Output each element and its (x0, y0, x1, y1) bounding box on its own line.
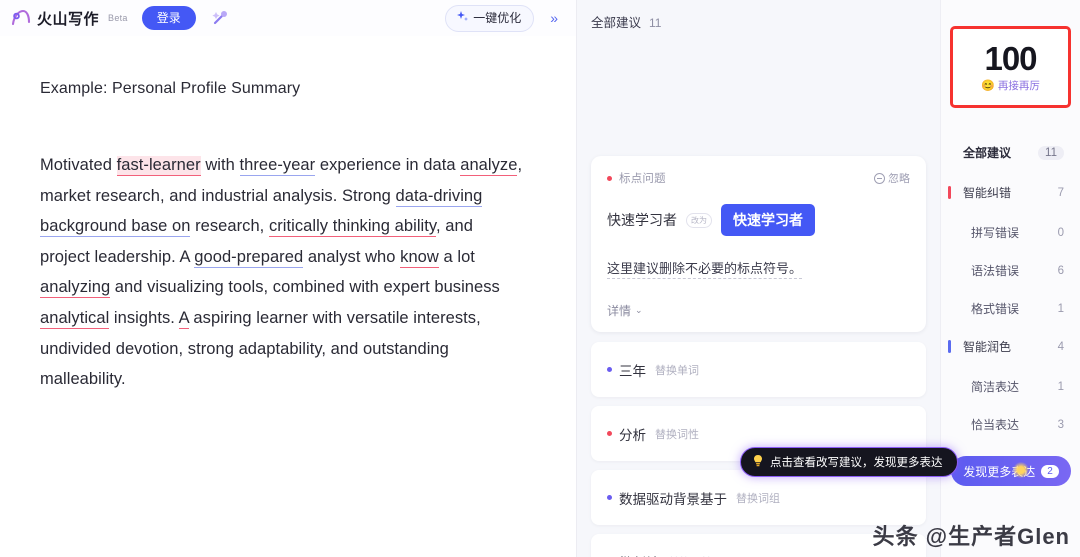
category-label: 恰当表达 (971, 418, 1020, 432)
suggestion-panel-header: 全部建议 11 (577, 10, 940, 31)
toolbar-right: 一键优化 » (445, 4, 564, 32)
inline-suggestion-19[interactable]: A (178, 308, 189, 329)
category-count: 3 (1057, 418, 1064, 431)
login-button[interactable]: 登录 (141, 6, 196, 30)
inline-suggestion-15[interactable]: analyzing (40, 278, 111, 299)
score-subtitle-label: 再接再厉 (997, 79, 1040, 92)
suggestion-header-count: 11 (649, 16, 662, 30)
sidebar-item-智能润色[interactable]: 智能润色 4 (941, 332, 1080, 361)
list-item-type: 替换词性 (655, 428, 699, 441)
one-click-optimize-button[interactable]: 一键优化 (445, 4, 535, 32)
list-item-type: 替换单词 (655, 364, 699, 377)
score-card: 100 😊 再接再厉 (950, 26, 1071, 108)
list-item-type: 替换词性 (669, 554, 713, 557)
severity-dot-icon (607, 175, 612, 181)
beta-badge: Beta (108, 13, 128, 23)
category-count: 11 (1038, 145, 1064, 160)
app-root: 火山写作 Beta 登录 一键优化 » Example: Personal Pr… (0, 0, 1080, 557)
volcano-logo-icon (10, 7, 32, 29)
list-item[interactable]: 三年 替换单词 (591, 342, 926, 397)
severity-dot-icon (607, 367, 612, 372)
sidebar-item-语法错误[interactable]: 语法错误 6 (941, 256, 1080, 285)
list-item-word: 批判地 (619, 552, 660, 557)
document-body[interactable]: Motivated fast-learner with three-year e… (40, 150, 524, 395)
suggestion-card[interactable]: 标点问题 忽略 快速学习者 改为 快速学习者 这里建议删除不必要的标点符号。 详… (591, 156, 926, 332)
category-label: 简洁表达 (971, 380, 1020, 394)
category-list: 全部建议 11 智能纠错 7 拼写错误 0 语法错误 6 格式错误 1 智能润色 4 简洁表达 1 恰当表达… (941, 138, 1080, 439)
category-count: 0 (1057, 226, 1064, 239)
category-count: 6 (1057, 264, 1064, 277)
discover-more-badge: 2 (1041, 464, 1059, 478)
inline-suggestion-5[interactable]: analyze (460, 156, 518, 176)
list-item-word: 分析 (619, 427, 646, 443)
suggestion-header-label: 全部建议 (591, 16, 642, 30)
ignore-label: 忽略 (888, 173, 910, 185)
minus-circle-icon (874, 172, 885, 184)
list-item-word: 三年 (619, 363, 646, 379)
accent-bar (948, 340, 951, 353)
score-sidebar: 100 😊 再接再厉 全部建议 11 智能纠错 7 拼写错误 0 语法错误 6 格式错误 1 智能润… (940, 0, 1080, 557)
category-label: 智能润色 (963, 340, 1012, 354)
optimize-label: 一键优化 (473, 11, 522, 25)
score-value: 100 (981, 39, 1040, 77)
magic-wand-icon[interactable] (209, 7, 231, 29)
category-label: 语法错误 (971, 264, 1020, 278)
inline-suggestion-17[interactable]: analytical (40, 308, 110, 329)
suggestion-card-tag: 标点问题 (619, 173, 666, 185)
sidebar-item-拼写错误[interactable]: 拼写错误 0 (941, 218, 1080, 247)
category-count: 1 (1057, 302, 1064, 315)
brand-name: 火山写作 (37, 10, 100, 28)
document-title: Example: Personal Profile Summary (40, 80, 301, 97)
category-label: 全部建议 (963, 146, 1012, 160)
rewrite-hint-tooltip: 点击查看改写建议，发现更多表达 (740, 447, 958, 477)
details-label: 详情 (607, 304, 632, 318)
apply-suggestion-button[interactable]: 快速学习者 (721, 204, 815, 236)
sidebar-item-全部建议[interactable]: 全部建议 11 (941, 138, 1080, 167)
category-count: 1 (1057, 380, 1064, 393)
severity-dot-icon (607, 431, 612, 436)
top-toolbar: 火山写作 Beta 登录 一键优化 » (0, 0, 576, 36)
tooltip-text: 点击查看改写建议，发现更多表达 (770, 457, 943, 469)
score-subtitle: 😊 再接再厉 (981, 78, 1040, 93)
sparkle-icon (456, 10, 469, 27)
category-label: 拼写错误 (971, 226, 1020, 240)
watermark: 头条 @生产者Glen (872, 524, 1070, 549)
editor-column: 火山写作 Beta 登录 一键优化 » Example: Personal Pr… (0, 0, 577, 557)
sparkle-glow-icon (1013, 462, 1029, 478)
change-to-chip: 改为 (686, 212, 712, 228)
document-area[interactable]: Example: Personal Profile Summary Motiva… (0, 36, 576, 395)
accent-bar (948, 186, 951, 199)
suggestion-replacement-row: 快速学习者 改为 快速学习者 (607, 204, 910, 236)
suggestion-card-header: 标点问题 忽略 (607, 170, 910, 186)
inline-suggestion-9[interactable]: critically thinking ability (268, 217, 436, 238)
inline-suggestion-3[interactable]: three-year (239, 156, 316, 176)
inline-suggestion-1[interactable]: fast-learner (116, 156, 201, 176)
suggestion-details-toggle[interactable]: 详情 ⌄ (607, 302, 910, 319)
category-count: 4 (1057, 340, 1064, 353)
ignore-button[interactable]: 忽略 (874, 170, 910, 186)
list-item-word: 数据驱动背景基于 (619, 491, 727, 507)
expand-panel-button[interactable]: » (544, 8, 564, 28)
lightbulb-icon (752, 454, 764, 470)
sidebar-item-简洁表达[interactable]: 简洁表达 1 (941, 372, 1080, 401)
chevron-down-icon: ⌄ (635, 305, 643, 315)
inline-suggestion-13[interactable]: know (400, 247, 439, 268)
list-item-type: 替换词组 (736, 492, 780, 505)
sidebar-item-格式错误[interactable]: 格式错误 1 (941, 294, 1080, 323)
inline-suggestion-11[interactable]: good-prepared (194, 247, 304, 268)
category-count: 7 (1057, 186, 1064, 199)
brand: 火山写作 Beta (10, 7, 128, 29)
category-label: 格式错误 (971, 302, 1020, 316)
severity-dot-icon (607, 495, 612, 500)
sidebar-item-智能纠错[interactable]: 智能纠错 7 (941, 178, 1080, 207)
suggestion-description: 这里建议删除不必要的标点符号。 (607, 258, 803, 279)
original-word: 快速学习者 (607, 212, 677, 228)
smiling-face-emoji: 😊 (981, 79, 995, 92)
suggestion-panel: 全部建议 11 标点问题 忽略 快速学习者 改为 快速学习者 这里建议删除不必要… (577, 0, 958, 557)
list-item[interactable]: 数据驱动背景基于 替换词组 (591, 470, 926, 525)
sidebar-item-恰当表达[interactable]: 恰当表达 3 (941, 410, 1080, 439)
category-label: 智能纠错 (963, 186, 1012, 200)
discover-more-button[interactable]: 发现更多表达 2 (951, 456, 1071, 486)
